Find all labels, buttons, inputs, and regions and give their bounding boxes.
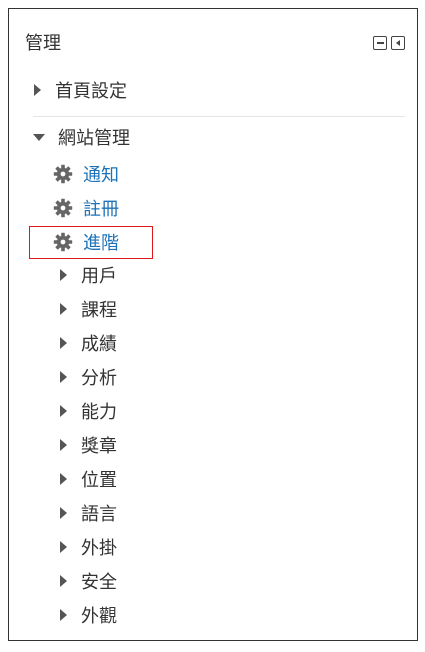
- tree-item-site-admin[interactable]: 網站管理: [33, 122, 130, 152]
- gear-icon: [53, 232, 73, 252]
- tree-item[interactable]: 安全: [60, 566, 117, 596]
- tree-item-label: 首頁設定: [55, 81, 127, 102]
- tree-item-label: 網站管理: [58, 128, 130, 149]
- minus-icon[interactable]: [373, 36, 387, 50]
- tree-item-label: 成績: [81, 334, 117, 355]
- tree-item[interactable]: 能力: [60, 396, 117, 426]
- tree-item-label: 外觀: [81, 606, 117, 627]
- caret-right-icon: [60, 337, 67, 349]
- gear-link-item[interactable]: 進階: [53, 227, 119, 257]
- block-title: 管理: [25, 33, 61, 54]
- tree-item-home-settings[interactable]: 首頁設定: [34, 75, 127, 105]
- tree-item[interactable]: 獎章: [60, 430, 117, 460]
- tree-item[interactable]: 外掛: [60, 532, 117, 562]
- block-header: 管理: [9, 9, 417, 69]
- tree-item[interactable]: 課程: [60, 294, 117, 324]
- caret-right-icon: [34, 84, 41, 96]
- caret-right-icon: [60, 439, 67, 451]
- caret-right-icon: [60, 303, 67, 315]
- caret-right-icon: [60, 269, 67, 281]
- gear-link-label: 通知: [83, 165, 119, 186]
- tree-item-label: 位置: [81, 470, 117, 491]
- tree-item[interactable]: 分析: [60, 362, 117, 392]
- tree-item-label: 能力: [81, 402, 117, 423]
- collapse-left-icon[interactable]: [391, 36, 405, 50]
- tree-item-label: 課程: [81, 300, 117, 321]
- caret-right-icon: [60, 507, 67, 519]
- gear-icon: [53, 164, 73, 184]
- caret-right-icon: [60, 541, 67, 553]
- gear-link-item[interactable]: 通知: [53, 159, 119, 189]
- gear-icon: [53, 198, 73, 218]
- block-controls: [373, 36, 405, 50]
- tree-item-label: 用戶: [81, 266, 117, 287]
- admin-block: 管理 首頁設定 網站管理 通知 註冊 進階 用戶 課程 成績 分析 能力 獎章 …: [8, 8, 418, 641]
- tree-item[interactable]: 成績: [60, 328, 117, 358]
- divider: [33, 116, 405, 117]
- tree-item[interactable]: 語言: [60, 498, 117, 528]
- tree-item-label: 獎章: [81, 436, 117, 457]
- gear-link-label: 註冊: [83, 199, 119, 220]
- tree-item-label: 語言: [81, 504, 117, 525]
- tree-item-label: 分析: [81, 368, 117, 389]
- tree-item-label: 安全: [81, 572, 117, 593]
- tree-item[interactable]: 用戶: [60, 260, 117, 290]
- tree-item-label: 外掛: [81, 538, 117, 559]
- caret-right-icon: [60, 405, 67, 417]
- caret-right-icon: [60, 575, 67, 587]
- caret-down-icon: [33, 133, 45, 141]
- caret-right-icon: [60, 609, 67, 621]
- tree-item[interactable]: 外觀: [60, 600, 117, 630]
- caret-right-icon: [60, 473, 67, 485]
- caret-right-icon: [60, 371, 67, 383]
- tree-item[interactable]: 位置: [60, 464, 117, 494]
- gear-link-item[interactable]: 註冊: [53, 193, 119, 223]
- gear-link-label: 進階: [83, 233, 119, 254]
